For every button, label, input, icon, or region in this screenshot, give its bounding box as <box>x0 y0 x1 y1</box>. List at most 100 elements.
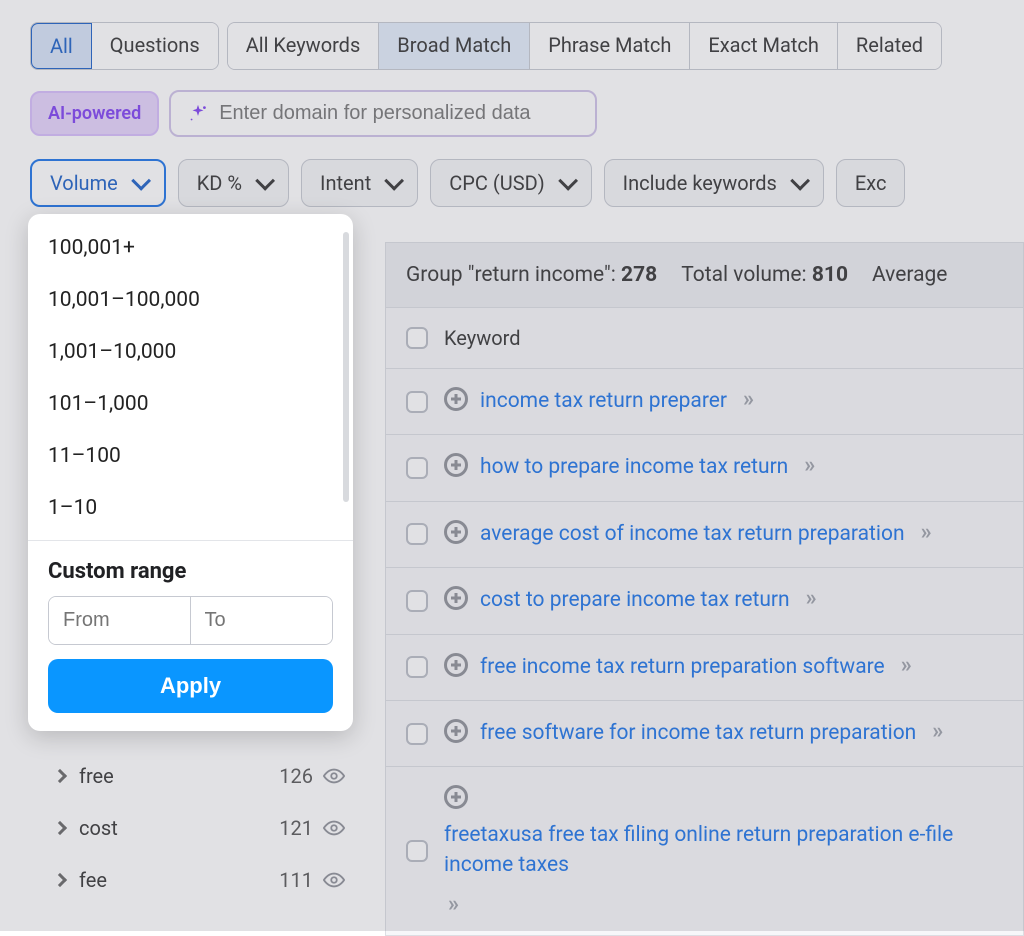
eye-icon[interactable] <box>323 765 345 787</box>
keyword-group-item[interactable]: free 126 <box>55 750 345 802</box>
keyword-link[interactable]: cost to prepare income tax return <box>480 586 790 615</box>
table-row: free software for income tax return prep… <box>385 701 1024 767</box>
group-label: fee <box>79 868 107 892</box>
double-chevron-icon[interactable]: » <box>743 387 750 412</box>
filter-label: KD % <box>197 171 242 195</box>
summary-group-count: 278 <box>621 263 657 287</box>
scrollbar[interactable] <box>343 232 349 502</box>
group-count: 111 <box>279 868 313 892</box>
sparkle-icon <box>187 103 209 125</box>
keyword-link[interactable]: free software for income tax return prep… <box>480 719 916 748</box>
expand-icon[interactable] <box>444 453 468 477</box>
tab-exact-match[interactable]: Exact Match <box>690 23 838 69</box>
filter-intent[interactable]: Intent <box>301 159 418 207</box>
group-count: 126 <box>279 764 313 788</box>
chevron-down-icon <box>255 171 275 191</box>
double-chevron-icon[interactable]: » <box>448 892 455 917</box>
select-all-checkbox[interactable] <box>406 327 428 349</box>
eye-icon[interactable] <box>323 869 345 891</box>
custom-range-inputs <box>48 596 333 645</box>
apply-button[interactable]: Apply <box>48 659 333 713</box>
filter-label: Include keywords <box>623 171 777 195</box>
keyword-link[interactable]: free income tax return preparation softw… <box>480 653 885 682</box>
tab-group-type: All Questions <box>30 22 219 70</box>
double-chevron-icon[interactable]: » <box>921 520 928 545</box>
chevron-right-icon <box>53 769 67 783</box>
row-checkbox[interactable] <box>406 840 428 862</box>
keyword-link[interactable]: freetaxusa free tax filing online return… <box>444 821 1003 880</box>
group-count: 121 <box>279 816 313 840</box>
chevron-right-icon <box>53 873 67 887</box>
filter-label: Exc <box>855 171 887 195</box>
volume-dropdown: 100,001+10,001–100,0001,001–10,000101–1,… <box>28 214 353 731</box>
keyword-group-item[interactable]: cost 121 <box>55 802 345 854</box>
table-row: free income tax return preparation softw… <box>385 635 1024 701</box>
expand-icon[interactable] <box>444 653 468 677</box>
tab-broad-match[interactable]: Broad Match <box>379 23 530 69</box>
double-chevron-icon[interactable]: » <box>932 719 939 744</box>
ai-domain-input[interactable] <box>219 102 579 125</box>
range-from-input[interactable] <box>49 597 191 644</box>
keyword-table: Group "return income": 278 Total volume:… <box>385 242 1024 936</box>
chevron-down-icon <box>131 171 151 191</box>
filter-volume[interactable]: Volume <box>30 159 166 207</box>
filter-include-keywords[interactable]: Include keywords <box>604 159 824 207</box>
tab-related[interactable]: Related <box>838 23 941 69</box>
ai-row: AI-powered <box>0 70 1024 137</box>
tab-questions[interactable]: Questions <box>92 23 218 69</box>
keyword-link[interactable]: average cost of income tax return prepar… <box>480 520 905 549</box>
tab-phrase-match[interactable]: Phrase Match <box>530 23 690 69</box>
ai-domain-input-wrap[interactable] <box>169 90 597 137</box>
row-checkbox[interactable] <box>406 523 428 545</box>
expand-icon[interactable] <box>444 387 468 411</box>
volume-option[interactable]: 10,001–100,000 <box>28 274 353 326</box>
chevron-down-icon <box>384 171 404 191</box>
divider <box>28 540 353 541</box>
tab-all-keywords[interactable]: All Keywords <box>228 23 380 69</box>
volume-option[interactable]: 1,001–10,000 <box>28 326 353 378</box>
summary-group-label: Group "return income": <box>406 263 616 287</box>
filter-label: Intent <box>320 171 371 195</box>
volume-option[interactable]: 11–100 <box>28 430 353 482</box>
filter-kd[interactable]: KD % <box>178 159 289 207</box>
row-checkbox[interactable] <box>406 590 428 612</box>
expand-icon[interactable] <box>444 586 468 610</box>
row-checkbox[interactable] <box>406 457 428 479</box>
column-keyword[interactable]: Keyword <box>444 326 521 350</box>
chevron-right-icon <box>53 821 67 835</box>
double-chevron-icon[interactable]: » <box>804 453 811 478</box>
eye-icon[interactable] <box>323 817 345 839</box>
volume-option[interactable]: 101–1,000 <box>28 378 353 430</box>
row-checkbox[interactable] <box>406 656 428 678</box>
keyword-link[interactable]: how to prepare income tax return <box>480 453 788 482</box>
expand-icon[interactable] <box>444 785 468 809</box>
row-checkbox[interactable] <box>406 723 428 745</box>
row-checkbox[interactable] <box>406 391 428 413</box>
keyword-summary: Group "return income": 278 Total volume:… <box>385 242 1024 308</box>
range-to-input[interactable] <box>191 597 333 644</box>
filter-row: Volume KD % Intent CPC (USD) Include key… <box>0 137 1024 207</box>
keyword-group-list: free 126 cost 121 fee 111 <box>55 750 345 906</box>
filter-cpc[interactable]: CPC (USD) <box>430 159 591 207</box>
tab-group-match: All Keywords Broad Match Phrase Match Ex… <box>227 22 942 70</box>
expand-icon[interactable] <box>444 520 468 544</box>
table-row: how to prepare income tax return » <box>385 435 1024 501</box>
table-row: average cost of income tax return prepar… <box>385 502 1024 568</box>
tab-all[interactable]: All <box>30 22 93 70</box>
expand-icon[interactable] <box>444 719 468 743</box>
match-tabs-row: All Questions All Keywords Broad Match P… <box>0 0 1024 70</box>
keyword-group-item[interactable]: fee 111 <box>55 854 345 906</box>
summary-total-value: 810 <box>812 263 848 287</box>
table-header: Keyword <box>385 308 1024 369</box>
double-chevron-icon[interactable]: » <box>806 586 813 611</box>
keyword-link[interactable]: income tax return preparer <box>480 387 727 416</box>
filter-exclude-keywords[interactable]: Exc <box>836 159 906 207</box>
chevron-down-icon <box>558 171 578 191</box>
double-chevron-icon[interactable]: » <box>901 653 908 678</box>
volume-option[interactable]: 100,001+ <box>28 214 353 274</box>
filter-label: Volume <box>50 171 118 195</box>
filter-label: CPC (USD) <box>449 171 544 195</box>
volume-option[interactable]: 1–10 <box>28 482 353 534</box>
table-row: income tax return preparer » <box>385 369 1024 435</box>
table-row: freetaxusa free tax filing online return… <box>385 767 1024 936</box>
